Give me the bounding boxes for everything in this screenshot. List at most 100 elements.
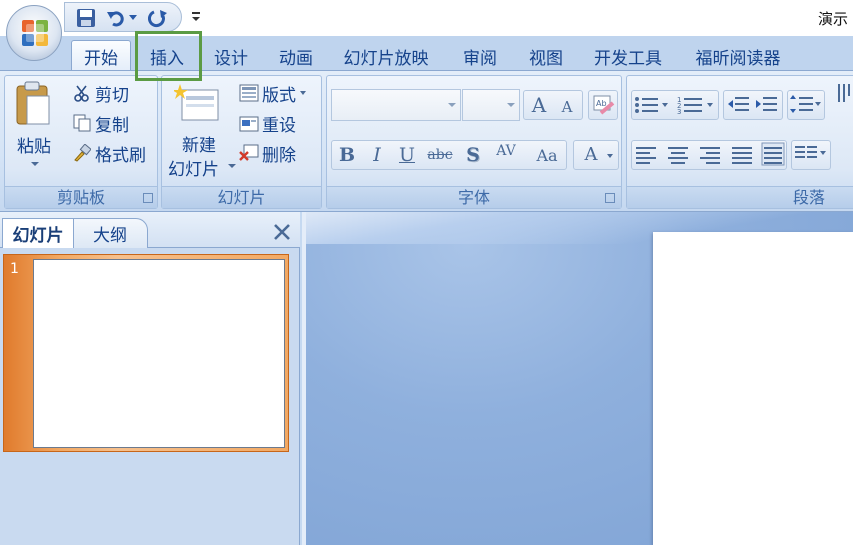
font-size-dropdown-icon[interactable]	[507, 103, 515, 107]
tab-slides[interactable]: 幻灯片	[2, 218, 74, 248]
layout-label: 版式	[262, 85, 296, 106]
change-case-button[interactable]: Aa	[529, 140, 565, 170]
align-left-icon[interactable]	[635, 145, 659, 169]
layout-button[interactable]: 版式	[238, 80, 306, 106]
slide-thumbnail-selected[interactable]: 1	[3, 254, 289, 452]
current-slide[interactable]	[653, 232, 853, 545]
save-icon[interactable]	[75, 7, 97, 29]
tab-animations[interactable]: 动画	[270, 40, 322, 72]
delete-button[interactable]: 删除	[238, 140, 296, 166]
new-slide-icon[interactable]	[172, 82, 222, 124]
slides-group: 新建 幻灯片 版式 重设 删除 幻灯片	[161, 75, 322, 209]
increase-indent-icon[interactable]	[755, 95, 779, 119]
paste-dropdown-icon[interactable]	[31, 162, 39, 166]
shrink-font-button[interactable]: A	[553, 92, 581, 122]
cut-label: 剪切	[95, 85, 129, 106]
delete-icon	[238, 142, 260, 164]
shadow-button[interactable]: S	[459, 140, 487, 170]
decrease-indent-icon[interactable]	[727, 95, 751, 119]
slides-group-label: 幻灯片	[162, 186, 321, 208]
cut-button[interactable]: 剪切	[71, 80, 129, 106]
underline-button[interactable]: U	[393, 140, 421, 170]
paragraph-group: 123 段落	[626, 75, 853, 209]
font-name-dropdown-icon[interactable]	[448, 103, 456, 107]
character-spacing-button[interactable]: AV	[489, 136, 523, 166]
delete-label: 删除	[262, 145, 296, 166]
justify-icon[interactable]	[731, 145, 755, 169]
clear-format-button[interactable]: Ab	[588, 90, 618, 120]
layout-dropdown-icon[interactable]	[300, 91, 306, 95]
line-spacing-icon	[790, 95, 821, 113]
clear-format-icon: Ab	[593, 95, 615, 115]
font-color-label: A	[584, 143, 598, 165]
italic-button[interactable]: I	[363, 140, 391, 170]
format-painter-button[interactable]: 格式刷	[71, 140, 146, 166]
align-center-icon[interactable]	[667, 145, 691, 169]
copy-button[interactable]: 复制	[71, 110, 129, 136]
ribbon: 粘贴 剪切 复制 格式刷 剪贴板 新建 幻灯片 版式 重设 删除 幻灯片 A A…	[0, 70, 853, 212]
tab-developer[interactable]: 开发工具	[586, 40, 670, 72]
numbering-icon[interactable]: 123	[677, 94, 717, 120]
scissors-icon	[71, 82, 93, 104]
paste-button-label[interactable]: 粘贴	[17, 132, 51, 157]
office-logo-icon	[22, 20, 48, 46]
tab-home[interactable]: 开始	[71, 40, 131, 72]
layout-icon	[238, 82, 260, 104]
svg-text:Ab: Ab	[596, 99, 607, 108]
slides-pane: 大纲 幻灯片 1	[0, 212, 300, 545]
bold-button[interactable]: B	[333, 140, 361, 170]
slide-thumbnail[interactable]	[33, 259, 285, 448]
grow-font-button[interactable]: A	[525, 90, 553, 120]
font-color-button[interactable]: A	[573, 140, 619, 170]
new-slide-label-line2[interactable]: 幻灯片	[168, 155, 219, 180]
tab-design[interactable]: 设计	[206, 40, 256, 72]
new-slide-label-line1[interactable]: 新建	[182, 131, 216, 156]
strikethrough-button[interactable]: abc	[423, 140, 457, 170]
tab-view[interactable]: 视图	[520, 40, 572, 72]
font-name-combo[interactable]	[331, 89, 461, 121]
close-pane-icon[interactable]	[270, 220, 294, 244]
pane-splitter[interactable]	[302, 212, 306, 545]
office-button[interactable]	[6, 5, 62, 61]
undo-dropdown-icon[interactable]	[127, 7, 139, 29]
text-direction-icon[interactable]	[835, 82, 853, 116]
reset-label: 重设	[262, 115, 296, 136]
customize-qat-icon[interactable]	[190, 9, 202, 23]
redo-icon[interactable]	[147, 7, 169, 29]
quick-access-toolbar	[64, 2, 182, 32]
ribbon-tabs: 开始 插入 设计 动画 幻灯片放映 审阅 视图 开发工具 福昕阅读器	[0, 36, 853, 72]
tab-slide-show[interactable]: 幻灯片放映	[336, 40, 436, 72]
bullets-icon[interactable]	[633, 94, 669, 120]
paste-icon[interactable]	[13, 80, 53, 128]
new-slide-dropdown-icon[interactable]	[228, 164, 236, 168]
copy-icon	[71, 112, 93, 134]
font-size-combo[interactable]	[462, 89, 520, 121]
undo-icon[interactable]	[105, 7, 127, 29]
font-group: A A Ab B I U abc S AV Aa A 字体	[326, 75, 622, 209]
clipboard-launcher-icon[interactable]	[143, 193, 153, 203]
slide-number: 1	[10, 261, 19, 277]
font-color-dropdown-icon[interactable]	[607, 154, 613, 158]
format-painter-icon	[71, 142, 93, 164]
copy-label: 复制	[95, 115, 129, 136]
tab-review[interactable]: 审阅	[454, 40, 506, 72]
window-title: 演示	[818, 10, 849, 28]
align-right-icon[interactable]	[699, 145, 723, 169]
clipboard-group: 粘贴 剪切 复制 格式刷 剪贴板	[4, 75, 158, 209]
columns-icon	[795, 146, 826, 158]
format-painter-label: 格式刷	[95, 145, 146, 166]
columns-button[interactable]	[791, 140, 831, 170]
tab-foxit-reader[interactable]: 福昕阅读器	[686, 40, 790, 72]
clipboard-group-label: 剪贴板	[5, 186, 157, 208]
svg-text:3: 3	[677, 108, 681, 116]
line-spacing-button[interactable]	[787, 90, 825, 120]
distributed-icon[interactable]	[761, 142, 785, 170]
title-bar: 演示	[0, 0, 853, 36]
font-group-label: 字体	[327, 186, 621, 208]
reset-icon	[238, 112, 260, 134]
tab-insert[interactable]: 插入	[139, 40, 195, 72]
font-launcher-icon[interactable]	[605, 193, 615, 203]
slide-editing-area	[302, 212, 853, 545]
reset-button[interactable]: 重设	[238, 110, 296, 136]
tab-outline[interactable]: 大纲	[72, 218, 148, 248]
